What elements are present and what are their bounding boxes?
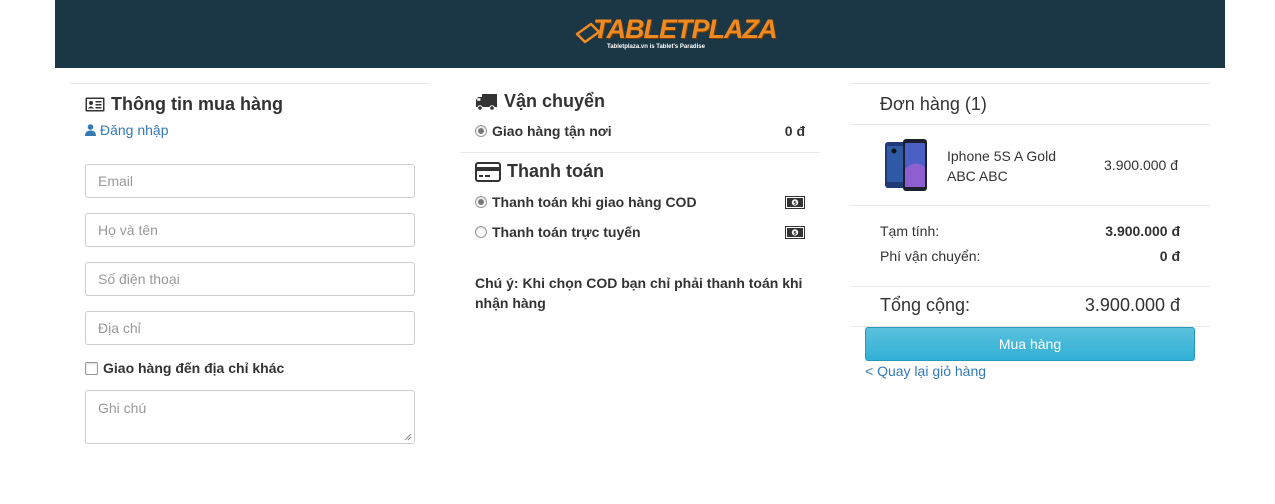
- shipping-fee-value: 0 đ: [1159, 248, 1180, 264]
- subtotal-row: Tạm tính: 3.900.000 đ: [880, 223, 1180, 239]
- shipping-payment-column: Vận chuyển Giao hàng tận nơi 0 đ Thanh t…: [460, 83, 820, 343]
- shipping-title: Vận chuyển: [475, 91, 605, 112]
- order-item-name: Iphone 5S A Gold ABC ABC: [947, 148, 1056, 184]
- shipping-fee-label: Phí vận chuyển:: [880, 248, 981, 264]
- total-value: 3.900.000 đ: [1084, 295, 1180, 315]
- payment-option-cod[interactable]: Thanh toán khi giao hàng COD $: [475, 194, 805, 210]
- customer-info-title-text: Thông tin mua hàng: [111, 94, 283, 114]
- email-placeholder: Email: [98, 173, 134, 189]
- note-placeholder: Ghi chú: [98, 400, 147, 416]
- svg-text:$: $: [793, 230, 797, 236]
- email-field[interactable]: Email: [85, 164, 415, 198]
- id-card-icon: [85, 97, 105, 112]
- site-header: TABLETPLAZA Tabletplaza.vn is Tablet's P…: [55, 0, 1225, 68]
- cash-icon: $: [785, 225, 805, 239]
- payment-title: Thanh toán: [475, 161, 604, 182]
- shipping-option-home[interactable]: Giao hàng tận nơi 0 đ: [475, 123, 805, 139]
- address-placeholder: Địa chỉ: [98, 320, 141, 336]
- cash-icon: $: [785, 195, 805, 209]
- order-item: Iphone 5S A Gold ABC ABC 3.900.000 đ: [850, 124, 1210, 206]
- user-icon: [85, 124, 96, 136]
- other-address-checkbox[interactable]: [85, 361, 98, 375]
- customer-info-column: Thông tin mua hàng Đăng nhập Email Họ và…: [70, 83, 430, 463]
- shipping-option-label: Giao hàng tận nơi: [492, 123, 612, 139]
- back-to-cart-link[interactable]: < Quay lại giỏ hàng: [865, 363, 986, 379]
- section-divider: [460, 152, 820, 153]
- order-item-price: 3.900.000 đ: [1104, 157, 1178, 173]
- customer-info-title: Thông tin mua hàng: [85, 94, 283, 115]
- payment-online-label: Thanh toán trực tuyến: [492, 224, 641, 240]
- other-address-option[interactable]: Giao hàng đến địa chỉ khác: [85, 360, 284, 376]
- address-field[interactable]: Địa chỉ: [85, 311, 415, 345]
- note-textarea[interactable]: Ghi chú: [85, 390, 415, 444]
- resize-grip-icon[interactable]: [404, 433, 412, 441]
- credit-card-icon: [475, 161, 501, 182]
- fullname-placeholder: Họ và tên: [98, 222, 158, 238]
- login-label: Đăng nhập: [100, 122, 169, 138]
- shipping-option-price: 0 đ: [784, 123, 805, 139]
- payment-online-radio[interactable]: [475, 226, 487, 238]
- phone-field[interactable]: Số điện thoại: [85, 262, 415, 296]
- svg-text:$: $: [793, 200, 797, 206]
- payment-cod-radio[interactable]: [475, 196, 487, 208]
- product-phone-image: [885, 139, 927, 191]
- payment-note: Chú ý: Khi chọn COD bạn chỉ phải thanh t…: [475, 275, 803, 311]
- other-address-label: Giao hàng đến địa chỉ khác: [103, 360, 285, 376]
- payment-option-online[interactable]: Thanh toán trực tuyến $: [475, 224, 805, 240]
- total-row: Tổng cộng: 3.900.000 đ: [850, 286, 1210, 327]
- order-title: Đơn hàng (1): [880, 94, 987, 114]
- total-label: Tổng cộng:: [880, 295, 971, 315]
- truck-icon: [476, 93, 497, 111]
- buy-button[interactable]: Mua hàng: [865, 327, 1195, 361]
- subtotal-label: Tạm tính:: [880, 223, 940, 239]
- subtotal-value: 3.900.000 đ: [1105, 223, 1180, 239]
- shipping-radio[interactable]: [475, 125, 487, 137]
- phone-placeholder: Số điện thoại: [98, 271, 180, 287]
- login-link[interactable]: Đăng nhập: [85, 122, 169, 138]
- shipping-title-text: Vận chuyển: [504, 91, 606, 111]
- payment-cod-label: Thanh toán khi giao hàng COD: [492, 194, 697, 210]
- site-logo[interactable]: TABLETPLAZA Tabletplaza.vn is Tablet's P…: [575, 12, 777, 56]
- fullname-field[interactable]: Họ và tên: [85, 213, 415, 247]
- shipping-fee-row: Phí vận chuyển: 0 đ: [880, 248, 1180, 264]
- order-summary-column: Đơn hàng (1) Iphone 5S A Gold ABC ABC 3.…: [850, 83, 1210, 403]
- payment-title-text: Thanh toán: [507, 161, 604, 181]
- logo-wordmark: TABLETPLAZA: [593, 14, 777, 44]
- logo-tagline: Tabletplaza.vn is Tablet's Paradise: [607, 44, 705, 50]
